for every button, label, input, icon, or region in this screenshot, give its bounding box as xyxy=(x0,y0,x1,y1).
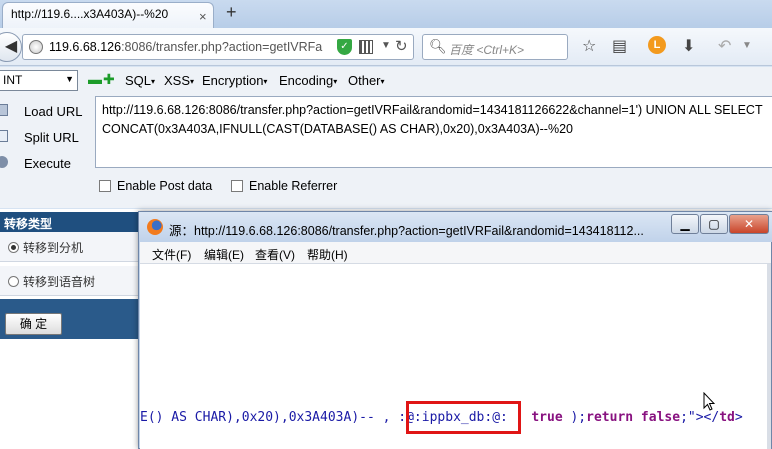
bookmark-star-icon[interactable]: ☆ xyxy=(582,36,596,56)
radio-icon[interactable] xyxy=(8,276,19,287)
split-icon xyxy=(0,130,8,142)
chevron-down-icon[interactable]: ▼ xyxy=(742,40,752,51)
execute-icon xyxy=(0,156,8,168)
search-input[interactable]: 百度 <Ctrl+K> xyxy=(449,41,524,58)
enable-post-checkbox[interactable]: Enable Post data xyxy=(99,179,212,193)
chevron-down-icon: ▼ xyxy=(65,74,74,84)
enable-referrer-checkbox[interactable]: Enable Referrer xyxy=(231,179,337,193)
close-icon[interactable]: × xyxy=(199,9,207,24)
undo-icon[interactable]: ↶ xyxy=(718,36,731,56)
hackbar-toolbar: INT ▼ ▬ ✚ SQL▾ XSS▾ Encryption▾ Encoding… xyxy=(0,67,772,95)
search-icon: 🔍︎ xyxy=(429,38,447,54)
load-url-button[interactable]: Load URL xyxy=(0,100,90,124)
minimize-button[interactable]: ▁ xyxy=(671,214,699,234)
load-icon xyxy=(0,104,8,116)
close-button[interactable]: ✕ xyxy=(729,214,769,234)
firefox-icon xyxy=(147,219,163,235)
menu-edit[interactable]: 编辑(E) xyxy=(204,246,244,263)
source-menubar: 文件(F) 编辑(E) 查看(V) 帮助(H) xyxy=(140,242,771,264)
execute-button[interactable]: Execute xyxy=(0,152,90,176)
tab-title: http://119.6....x3A403A)--%20 xyxy=(11,7,169,21)
shield-icon[interactable]: ✓ xyxy=(337,39,352,55)
confirm-button[interactable]: 确 定 xyxy=(5,313,62,335)
window-titlebar[interactable]: 源：http://119.6.68.126:8086/transfer.php?… xyxy=(139,212,772,242)
tab-strip: http://119.6....x3A403A)--%20 × + xyxy=(0,0,772,28)
menu-sql[interactable]: SQL▾ xyxy=(125,73,155,88)
highlight-box xyxy=(406,401,521,434)
new-tab-icon[interactable]: + xyxy=(226,2,237,23)
option-voice-tree[interactable]: 转移到语音树 xyxy=(0,266,140,296)
split-url-button[interactable]: Split URL xyxy=(0,126,90,150)
minus-icon[interactable]: ▬ xyxy=(88,71,102,87)
qr-code-icon[interactable] xyxy=(359,40,373,54)
menu-help[interactable]: 帮助(H) xyxy=(307,246,348,263)
search-bar[interactable]: 🔍︎ 百度 <Ctrl+K> xyxy=(422,34,568,60)
chevron-down-icon[interactable]: ▼ xyxy=(381,40,391,51)
menu-view[interactable]: 查看(V) xyxy=(255,246,295,263)
menu-xss[interactable]: XSS▾ xyxy=(164,73,194,88)
download-icon[interactable]: ⬇ xyxy=(682,36,695,56)
maximize-button[interactable]: ▢ xyxy=(700,214,728,234)
plus-icon[interactable]: ✚ xyxy=(103,71,115,88)
address-text[interactable]: 119.6.68.126:8086/transfer.php?action=ge… xyxy=(49,40,335,54)
menu-encryption[interactable]: Encryption▾ xyxy=(202,73,267,88)
mouse-cursor-icon xyxy=(703,392,715,411)
browser-tab[interactable]: http://119.6....x3A403A)--%20 × xyxy=(2,2,214,28)
source-content[interactable]: E() AS CHAR),0x20),0x3A403A)-- , :@:ippb… xyxy=(140,264,771,449)
url-textarea[interactable]: http://119.6.68.126:8086/transfer.php?ac… xyxy=(95,96,772,168)
back-button[interactable]: ◀ xyxy=(0,32,22,62)
reload-icon[interactable]: ↻ xyxy=(395,37,408,55)
window-title: 源：http://119.6.68.126:8086/transfer.php?… xyxy=(169,224,644,238)
hackbar-panel: Load URL Split URL Execute http://119.6.… xyxy=(0,95,772,208)
menu-other[interactable]: Other▾ xyxy=(348,73,385,88)
avatar[interactable]: L xyxy=(648,36,666,54)
option-extension[interactable]: 转移到分机 xyxy=(0,232,140,262)
radio-checked-icon[interactable] xyxy=(8,242,19,253)
type-select[interactable]: INT ▼ xyxy=(0,70,78,91)
address-bar[interactable]: 119.6.68.126:8086/transfer.php?action=ge… xyxy=(22,34,414,60)
view-source-window: 源：http://119.6.68.126:8086/transfer.php?… xyxy=(138,211,772,449)
panel-title: 转移类型 xyxy=(0,212,140,232)
navigation-bar: ◀ 119.6.68.126:8086/transfer.php?action=… xyxy=(0,28,772,66)
menu-encoding[interactable]: Encoding▾ xyxy=(279,73,337,88)
menu-file[interactable]: 文件(F) xyxy=(152,246,191,263)
globe-icon xyxy=(29,40,43,54)
bookmarks-list-icon[interactable]: ▤ xyxy=(612,36,627,56)
scrollbar[interactable] xyxy=(767,264,771,449)
